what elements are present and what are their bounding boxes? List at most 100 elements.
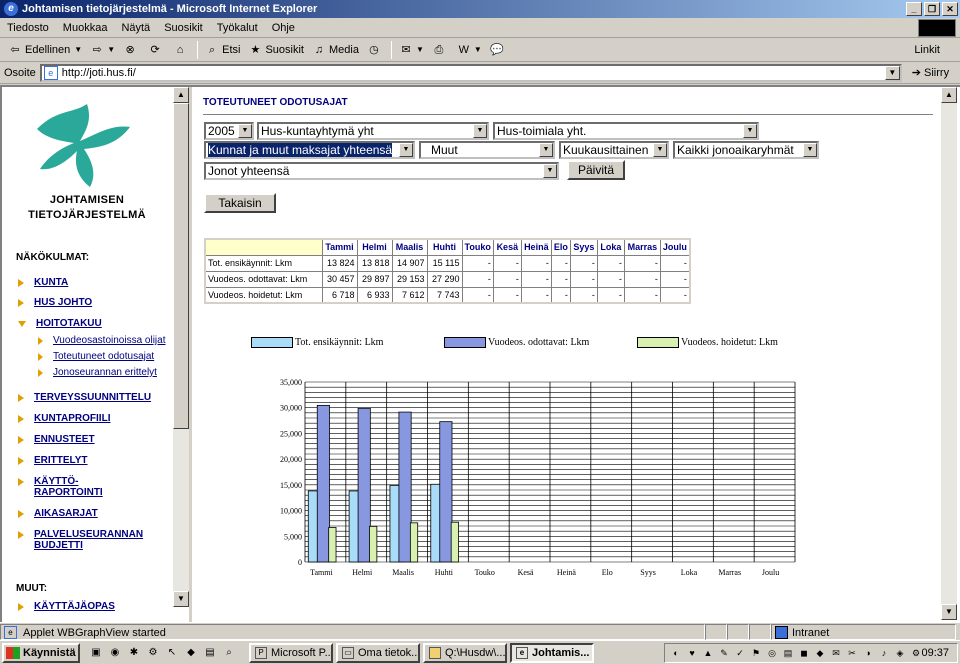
print-button[interactable]: ⎙ — [428, 43, 453, 57]
back-button[interactable]: ⇦ Edellinen ▼ — [4, 43, 86, 57]
task-johtamis[interactable]: e Johtamis... — [510, 642, 594, 663]
table-cell: 13 818 — [356, 254, 393, 272]
start-button[interactable]: Käynnistä — [2, 642, 80, 663]
tray-icon[interactable]: ✎ — [717, 646, 731, 660]
discuss-icon: 💬 — [489, 43, 504, 56]
nav-item-kuntaprofiili[interactable]: KUNTAPROFIILI — [18, 413, 110, 424]
menu-favorites[interactable]: Suosikit — [157, 22, 210, 34]
tray-icon[interactable]: ◎ — [765, 646, 779, 660]
subnav-toteutuneet[interactable]: Toteutuneet odotusajat — [38, 351, 154, 362]
table-cell: - — [520, 254, 552, 272]
maksaja-value: Kunnat ja muut maksajat yhteensä — [208, 143, 393, 157]
restore-button[interactable]: ❐ — [924, 2, 940, 16]
tray-icon[interactable]: ⚑ — [749, 646, 763, 660]
tray-icon[interactable]: ✉ — [829, 646, 843, 660]
tray-icon[interactable]: ◐ — [669, 646, 683, 660]
history-button[interactable]: ◷ — [363, 43, 388, 57]
month-header: Heinä — [520, 238, 552, 256]
stop-button[interactable]: ⊗ — [119, 43, 144, 57]
app-icon[interactable]: ⌕ — [221, 645, 237, 661]
address-dropdown-button[interactable]: ▼ — [884, 65, 900, 80]
address-input[interactable]: e http://joti.hus.fi/ ▼ — [39, 63, 902, 82]
scroll-down-icon[interactable]: ▼ — [173, 591, 189, 607]
kunta-select[interactable]: Hus-kuntayhtymä yht ▼ — [257, 122, 489, 140]
tray-icon[interactable]: ▲ — [701, 646, 715, 660]
jonot-select[interactable]: Jonot yhteensä ▼ — [204, 162, 559, 180]
minimize-button[interactable]: _ — [906, 2, 922, 16]
discuss-button[interactable]: 💬 — [486, 43, 511, 57]
task-folder[interactable]: Q:\Husdw\... — [423, 642, 507, 663]
links-label[interactable]: Linkit — [914, 44, 940, 56]
tray-icon[interactable]: ♥ — [685, 646, 699, 660]
subnav-jonoseuranta[interactable]: Jonoseurannan erittelyt — [38, 367, 157, 378]
menu-view[interactable]: Näytä — [114, 22, 157, 34]
tray-icon[interactable]: ▤ — [781, 646, 795, 660]
windows-flag-icon — [6, 646, 20, 659]
maksaja-select[interactable]: Kunnat ja muut maksajat yhteensä ▼ — [204, 141, 415, 159]
desktop-icon[interactable]: ▣ — [88, 645, 104, 661]
refresh-button[interactable]: ⟳ — [144, 43, 169, 57]
table-cell: - — [492, 270, 522, 288]
browser-icon[interactable]: ◉ — [107, 645, 123, 661]
jonoaika-select[interactable]: Kaikki jonoaikaryhmät ▼ — [673, 141, 819, 159]
scroll-up-icon[interactable]: ▲ — [173, 87, 189, 103]
tray-icon[interactable]: ◆ — [813, 646, 827, 660]
favorites-button[interactable]: ★ Suosikit — [244, 43, 308, 57]
search-button[interactable]: ⌕ Etsi — [201, 43, 244, 57]
left-scroll-thumb[interactable] — [173, 103, 189, 429]
muut-select[interactable]: Muut ▼ — [419, 141, 555, 159]
menu-edit[interactable]: Muokkaa — [56, 22, 115, 34]
nav-item-kayttoraportointi[interactable]: KÄYTTÖ- RAPORTOINTI — [18, 476, 103, 498]
nav-item-terveyssuunnittelu[interactable]: TERVEYSSUUNNITTELU — [18, 392, 151, 403]
jakso-select[interactable]: Kuukausittainen ▼ — [559, 141, 669, 159]
mail-button[interactable]: ✉ ▼ — [395, 43, 428, 57]
back-page-button[interactable]: Takaisin — [204, 193, 276, 213]
tray-icon[interactable]: ◈ — [893, 646, 907, 660]
table-cell: 14 907 — [391, 254, 428, 272]
app-icon[interactable]: ⚙ — [145, 645, 161, 661]
nav-item-palveluseuranta[interactable]: PALVELUSEURANNAN BUDJETTI — [18, 529, 143, 551]
taskbar: Käynnistä ▣ ◉ ✱ ⚙ ↖ ◆ ▤ ⌕ P Microsoft P..… — [0, 640, 960, 664]
nav-item-ennusteet[interactable]: ENNUSTEET — [18, 434, 95, 445]
year-select[interactable]: 2005 ▼ — [204, 122, 254, 140]
scroll-up-icon[interactable]: ▲ — [941, 87, 957, 103]
menu-tools[interactable]: Työkalut — [210, 22, 265, 34]
edit-button[interactable]: W ▼ — [453, 43, 486, 57]
tray-icon[interactable]: ◼ — [797, 646, 811, 660]
hus-logo-icon — [37, 104, 130, 187]
menu-file[interactable]: Tiedosto — [0, 22, 56, 34]
nav-item-kayttajaopas[interactable]: KÄYTTÄJÄOPAS — [18, 601, 115, 612]
clock: 09:37 — [921, 647, 949, 659]
nav-item-kunta[interactable]: KUNTA — [18, 277, 68, 288]
tray-icon[interactable]: ◑ — [861, 646, 875, 660]
scroll-down-icon[interactable]: ▼ — [941, 604, 957, 620]
close-button[interactable]: ✕ — [942, 2, 958, 16]
nav-item-hoitotakuu[interactable]: HOITOTAKUU — [18, 318, 102, 329]
app-icon[interactable]: ◆ — [183, 645, 199, 661]
go-button[interactable]: ➔ Siirry — [912, 66, 949, 80]
media-button[interactable]: ♫ Media — [308, 43, 363, 57]
task-powerpoint[interactable]: P Microsoft P... — [249, 642, 333, 663]
left-scrollbar[interactable]: ▲ ▼ — [173, 87, 189, 607]
nav-item-aikasarjat[interactable]: AIKASARJAT — [18, 508, 98, 519]
tray-icon[interactable]: ♪ — [877, 646, 891, 660]
forward-button[interactable]: ⇨ ▼ — [86, 43, 119, 57]
nav-item-hus-johto[interactable]: HUS JOHTO — [18, 297, 92, 308]
main-scrollbar[interactable]: ▲ ▼ — [941, 87, 957, 620]
month-header: Elo — [550, 238, 571, 256]
tray-icon[interactable]: ✓ — [733, 646, 747, 660]
nav-item-erittelyt[interactable]: ERITTELYT — [18, 455, 88, 466]
app-icon[interactable]: ▤ — [202, 645, 218, 661]
update-button[interactable]: Päivitä — [567, 160, 625, 180]
bar — [409, 522, 419, 563]
app-icon[interactable]: ↖ — [164, 645, 180, 661]
home-button[interactable]: ⌂ — [169, 43, 194, 57]
app-icon[interactable]: ✱ — [126, 645, 142, 661]
menu-help[interactable]: Ohje — [265, 22, 302, 34]
tray-icon[interactable]: ✂ — [845, 646, 859, 660]
subnav-vuodeosasto[interactable]: Vuodeosastoinoissa olijat — [38, 335, 165, 346]
table-cell: - — [596, 286, 625, 304]
toimiala-select[interactable]: Hus-toimiala yht. ▼ — [493, 122, 759, 140]
task-mycomputer[interactable]: ▭ Oma tietok... — [336, 642, 420, 663]
media-label: Media — [328, 43, 359, 56]
